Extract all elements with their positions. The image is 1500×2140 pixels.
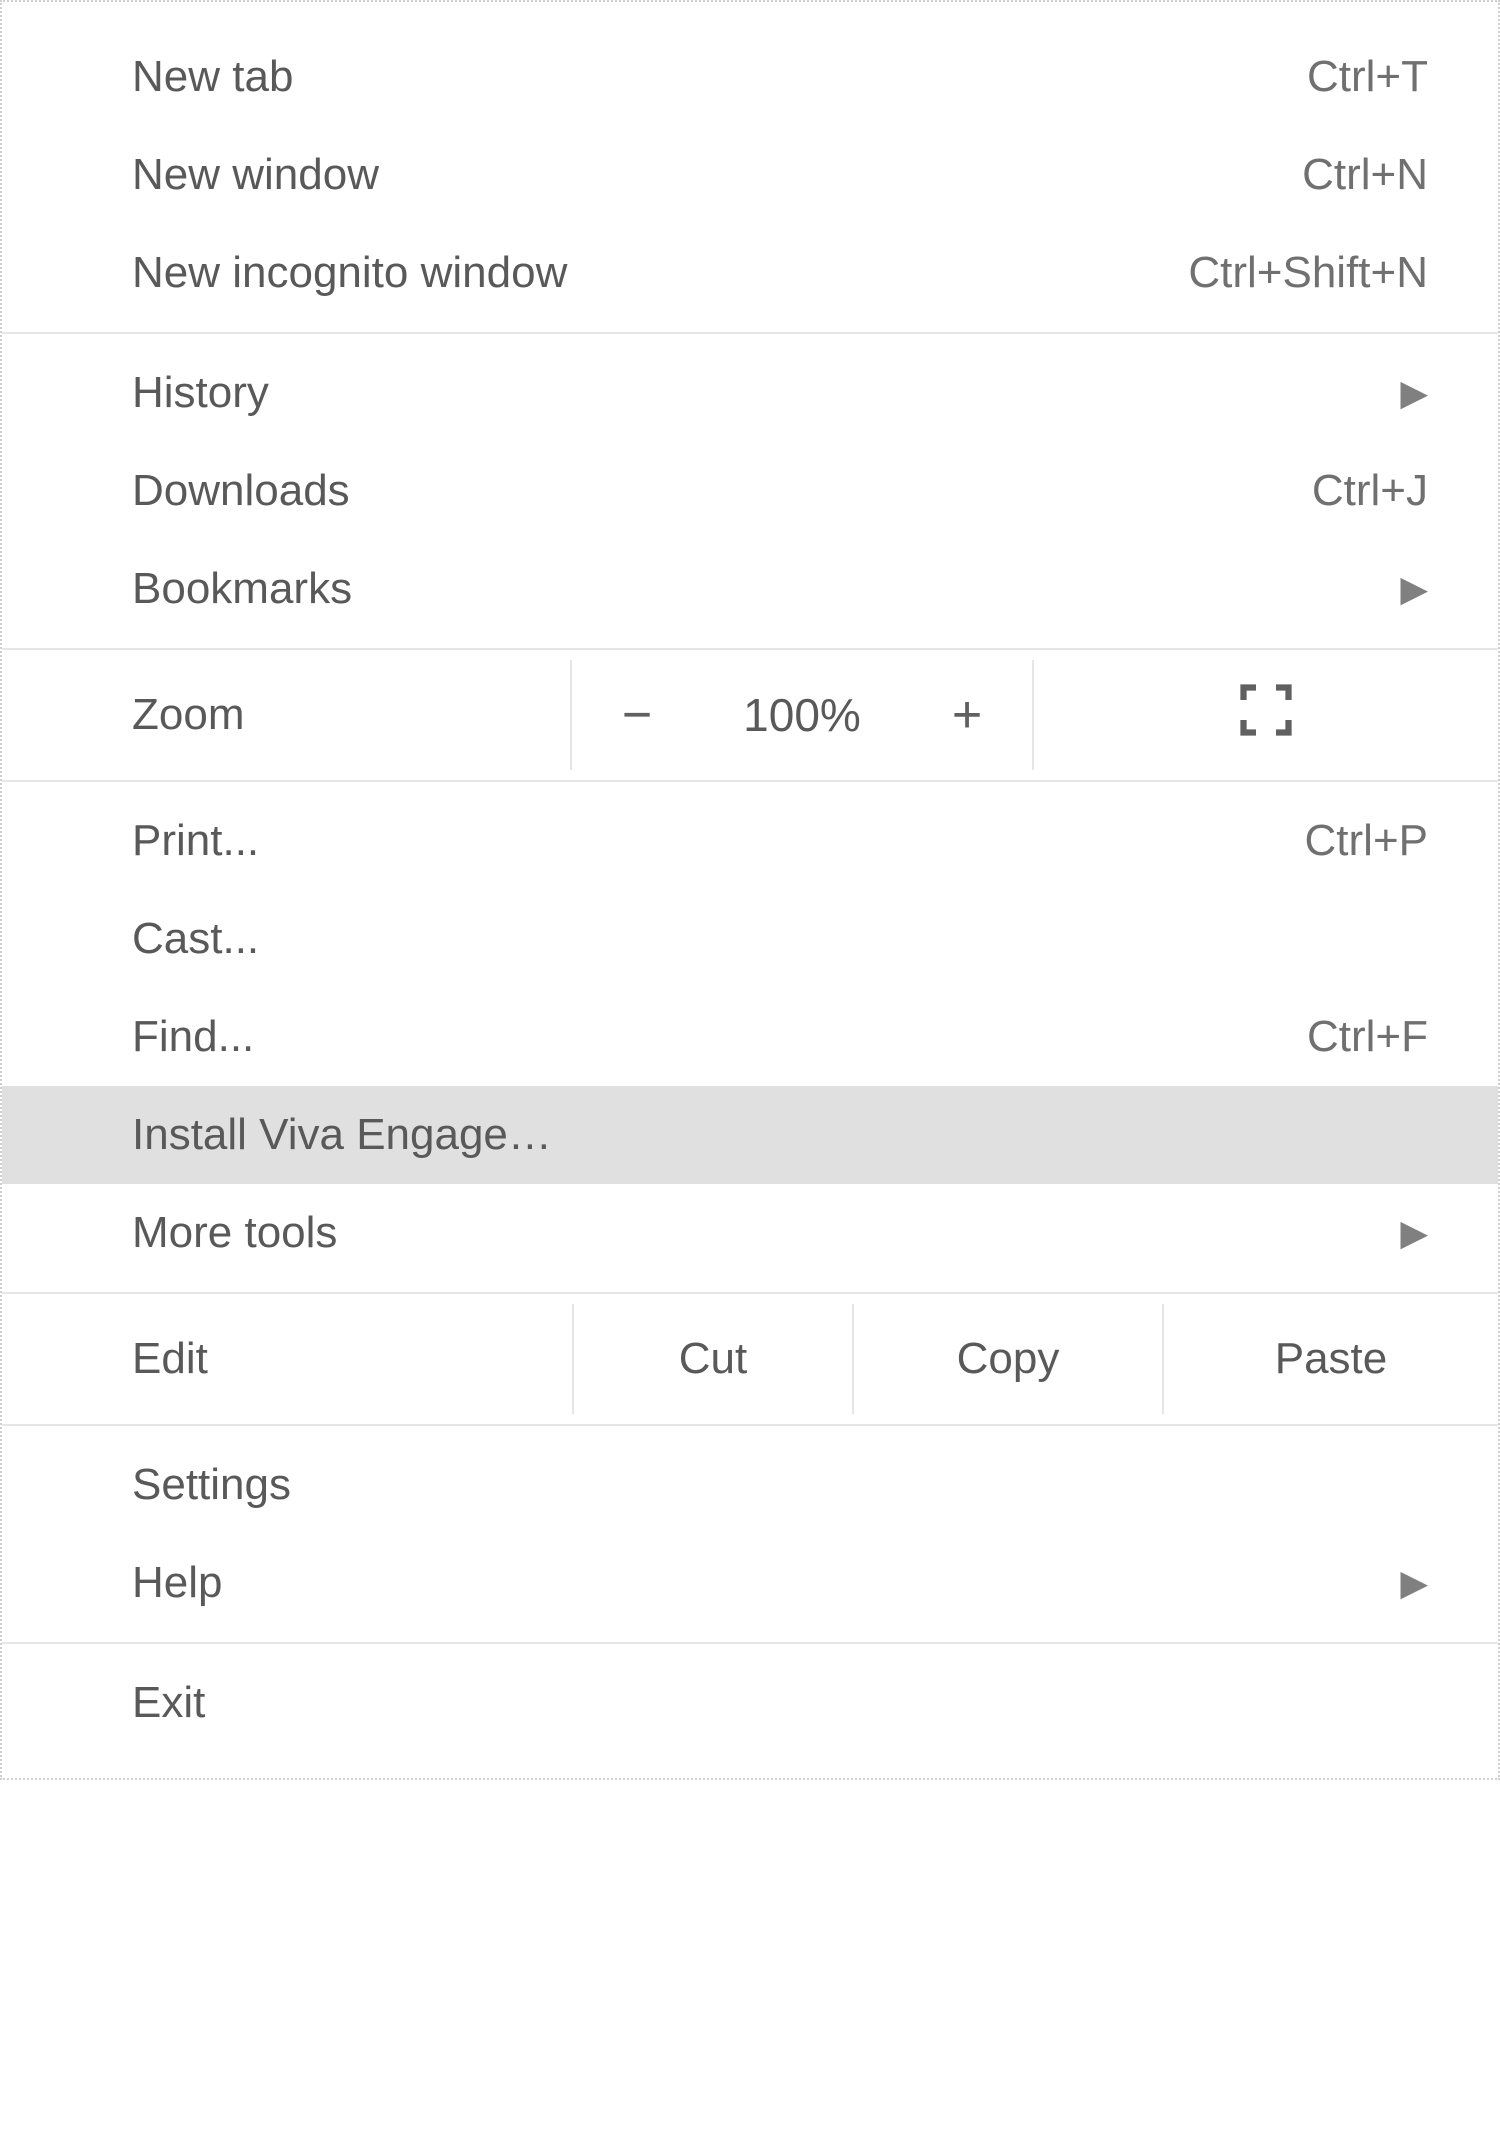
menu-item-new-window[interactable]: New window Ctrl+N [2, 126, 1498, 224]
edit-label: Edit [2, 1304, 572, 1414]
menu-item-bookmarks[interactable]: Bookmarks ▶ [2, 540, 1498, 638]
menu-item-settings[interactable]: Settings [2, 1436, 1498, 1534]
menu-item-shortcut: Ctrl+Shift+N [1188, 248, 1428, 298]
menu-item-exit[interactable]: Exit [2, 1654, 1498, 1752]
menu-item-shortcut: Ctrl+P [1305, 816, 1428, 866]
edit-copy-button[interactable]: Copy [852, 1304, 1162, 1414]
submenu-arrow-icon: ▶ [1400, 1562, 1428, 1604]
menu-item-zoom: Zoom − 100% + [2, 660, 1498, 770]
menu-section-new: New tab Ctrl+T New window Ctrl+N New inc… [2, 18, 1498, 334]
menu-item-label: Install Viva Engage… [132, 1110, 1428, 1160]
menu-item-label: Bookmarks [132, 564, 1380, 614]
zoom-label: Zoom [2, 660, 572, 770]
menu-item-more-tools[interactable]: More tools ▶ [2, 1184, 1498, 1282]
menu-item-label: Help [132, 1558, 1380, 1608]
menu-item-new-tab[interactable]: New tab Ctrl+T [2, 28, 1498, 126]
zoom-out-button[interactable]: − [572, 660, 702, 770]
menu-item-install-viva-engage[interactable]: Install Viva Engage… [2, 1086, 1498, 1184]
menu-item-label: History [132, 368, 1380, 418]
menu-item-label: New tab [132, 52, 1287, 102]
menu-item-help[interactable]: Help ▶ [2, 1534, 1498, 1632]
menu-item-label: Downloads [132, 466, 1292, 516]
menu-item-downloads[interactable]: Downloads Ctrl+J [2, 442, 1498, 540]
menu-item-label: Cast... [132, 914, 1428, 964]
fullscreen-button[interactable] [1032, 660, 1498, 770]
zoom-level-value: 100% [702, 660, 902, 770]
menu-item-label: Exit [132, 1678, 1428, 1728]
submenu-arrow-icon: ▶ [1400, 568, 1428, 610]
menu-item-history[interactable]: History ▶ [2, 344, 1498, 442]
menu-item-shortcut: Ctrl+N [1302, 150, 1428, 200]
menu-item-print[interactable]: Print... Ctrl+P [2, 792, 1498, 890]
menu-section-edit: Edit Cut Copy Paste [2, 1294, 1498, 1426]
menu-section-navigate: History ▶ Downloads Ctrl+J Bookmarks ▶ [2, 334, 1498, 650]
menu-item-label: Settings [132, 1460, 1428, 1510]
menu-item-shortcut: Ctrl+T [1307, 52, 1428, 102]
menu-section-settings: Settings Help ▶ [2, 1426, 1498, 1644]
menu-item-new-incognito-window[interactable]: New incognito window Ctrl+Shift+N [2, 224, 1498, 322]
menu-section-zoom: Zoom − 100% + [2, 650, 1498, 782]
menu-item-label: Find... [132, 1012, 1287, 1062]
edit-cut-button[interactable]: Cut [572, 1304, 852, 1414]
menu-section-exit: Exit [2, 1644, 1498, 1762]
zoom-in-button[interactable]: + [902, 660, 1032, 770]
menu-item-find[interactable]: Find... Ctrl+F [2, 988, 1498, 1086]
menu-item-edit: Edit Cut Copy Paste [2, 1304, 1498, 1414]
submenu-arrow-icon: ▶ [1400, 1212, 1428, 1254]
menu-item-shortcut: Ctrl+J [1312, 466, 1428, 516]
fullscreen-icon [1236, 680, 1296, 751]
menu-item-label: New incognito window [132, 248, 1168, 298]
menu-item-label: New window [132, 150, 1282, 200]
menu-item-label: Print... [132, 816, 1285, 866]
menu-section-tools: Print... Ctrl+P Cast... Find... Ctrl+F I… [2, 782, 1498, 1294]
submenu-arrow-icon: ▶ [1400, 372, 1428, 414]
menu-item-cast[interactable]: Cast... [2, 890, 1498, 988]
browser-overflow-menu: New tab Ctrl+T New window Ctrl+N New inc… [0, 0, 1500, 1780]
edit-paste-button[interactable]: Paste [1162, 1304, 1498, 1414]
menu-item-shortcut: Ctrl+F [1307, 1012, 1428, 1062]
menu-item-label: More tools [132, 1208, 1380, 1258]
